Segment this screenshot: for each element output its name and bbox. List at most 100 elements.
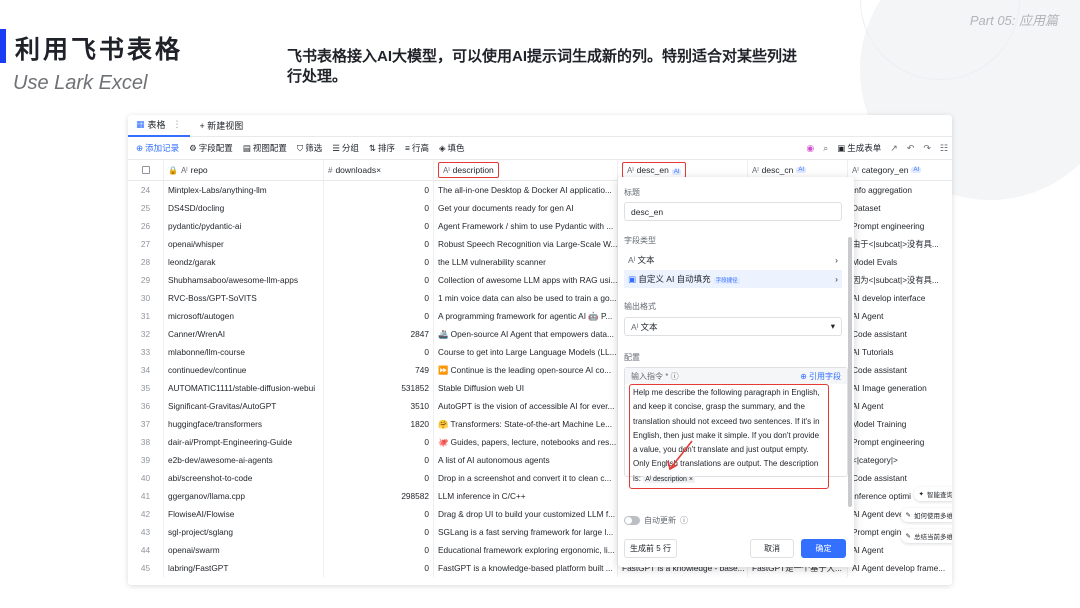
category-en-cell[interactable]: AI Agent xyxy=(848,541,952,559)
category-en-cell[interactable]: 由于<|subcat|>没有具... xyxy=(848,235,952,253)
more-icon[interactable]: ⋮ xyxy=(173,119,182,130)
downloads-cell[interactable]: 0 xyxy=(324,505,434,523)
switch[interactable] xyxy=(624,516,640,525)
category-en-cell[interactable]: AI develop interface xyxy=(848,289,952,307)
description-cell[interactable]: Robust Speech Recognition via Large-Scal… xyxy=(434,235,618,253)
repo-cell[interactable]: labring/FastGPT xyxy=(164,559,324,577)
more-settings-icon[interactable]: ☷ xyxy=(940,143,948,154)
repo-cell[interactable]: e2b-dev/awesome-ai-agents xyxy=(164,451,324,469)
repo-cell[interactable]: AUTOMATIC1111/stable-diffusion-webui xyxy=(164,379,324,397)
downloads-cell[interactable]: 0 xyxy=(324,217,434,235)
generate-first-rows-button[interactable]: 生成前 5 行 xyxy=(624,539,677,558)
repo-cell[interactable]: Canner/WrenAI xyxy=(164,325,324,343)
downloads-cell[interactable]: 0 xyxy=(324,451,434,469)
row-number[interactable]: 29 xyxy=(128,271,164,289)
fill-color-button[interactable]: ◈ 填色 xyxy=(439,142,465,154)
description-cell[interactable]: Drag & drop UI to build your customized … xyxy=(434,505,618,523)
row-number[interactable]: 33 xyxy=(128,343,164,361)
repo-cell[interactable]: DS4SD/docling xyxy=(164,199,324,217)
row-number[interactable]: 39 xyxy=(128,451,164,469)
category-en-cell[interactable]: AI Agent xyxy=(848,307,952,325)
downloads-cell[interactable]: 0 xyxy=(324,523,434,541)
tab-table[interactable]: ▦ 表格 ⋮ xyxy=(128,115,190,137)
category-en-cell[interactable]: Prompt engineering xyxy=(848,217,952,235)
row-number[interactable]: 32 xyxy=(128,325,164,343)
row-number[interactable]: 40 xyxy=(128,469,164,487)
description-cell[interactable]: the LLM vulnerability scanner xyxy=(434,253,618,271)
category-en-cell[interactable]: <|category|> xyxy=(848,451,952,469)
row-number[interactable]: 25 xyxy=(128,199,164,217)
description-cell[interactable]: A programming framework for agentic AI 🤖… xyxy=(434,307,618,325)
side-tip-3[interactable]: ✎ 总结当前多维 xyxy=(900,529,952,543)
category-en-cell[interactable]: Dataset xyxy=(848,199,952,217)
category-en-cell[interactable]: Code assistant xyxy=(848,361,952,379)
description-cell[interactable]: 1 min voice data can also be used to tra… xyxy=(434,289,618,307)
description-cell[interactable]: Get your documents ready for gen AI xyxy=(434,199,618,217)
description-cell[interactable]: 🚢 Open-source AI Agent that empowers dat… xyxy=(434,325,618,343)
downloads-cell[interactable]: 749 xyxy=(324,361,434,379)
row-number[interactable]: 30 xyxy=(128,289,164,307)
view-config-button[interactable]: ▤ 视图配置 xyxy=(243,142,287,154)
new-view-button[interactable]: + 新建视图 xyxy=(190,115,252,137)
description-cell[interactable]: Collection of awesome LLM apps with RAG … xyxy=(434,271,618,289)
description-cell[interactable]: FastGPT is a knowledge-based platform bu… xyxy=(434,559,618,577)
row-number[interactable]: 37 xyxy=(128,415,164,433)
repo-cell[interactable]: pydantic/pydantic-ai xyxy=(164,217,324,235)
row-number[interactable]: 44 xyxy=(128,541,164,559)
title-input[interactable]: desc_en xyxy=(624,202,842,221)
filter-button[interactable]: ⛉ 筛选 xyxy=(297,142,322,154)
downloads-cell[interactable]: 531852 xyxy=(324,379,434,397)
column-header-description[interactable]: Aᴵ description xyxy=(434,160,618,180)
downloads-cell[interactable]: 3510 xyxy=(324,397,434,415)
repo-cell[interactable]: sgl-project/sglang xyxy=(164,523,324,541)
description-cell[interactable]: Stable Diffusion web UI xyxy=(434,379,618,397)
downloads-cell[interactable]: 0 xyxy=(324,271,434,289)
cancel-button[interactable]: 取消 xyxy=(750,539,794,558)
row-number[interactable]: 41 xyxy=(128,487,164,505)
side-tip-1[interactable]: ✦ 智能查询 xyxy=(913,487,952,501)
repo-cell[interactable]: Significant-Gravitas/AutoGPT xyxy=(164,397,324,415)
description-cell[interactable]: AutoGPT is the vision of accessible AI f… xyxy=(434,397,618,415)
downloads-cell[interactable]: 0 xyxy=(324,253,434,271)
category-en-cell[interactable]: AI Agent develop frame... xyxy=(848,559,952,577)
side-tip-2[interactable]: ✎ 如何使用多维 xyxy=(900,508,952,522)
description-cell[interactable]: Educational framework exploring ergonomi… xyxy=(434,541,618,559)
downloads-cell[interactable]: 0 xyxy=(324,541,434,559)
repo-cell[interactable]: Shubhamsaboo/awesome-llm-apps xyxy=(164,271,324,289)
category-en-cell[interactable]: Code assistant xyxy=(848,325,952,343)
row-number[interactable]: 34 xyxy=(128,361,164,379)
category-en-cell[interactable]: AI Image generation xyxy=(848,379,952,397)
category-en-cell[interactable]: Info aggregation xyxy=(848,181,952,199)
output-format-select[interactable]: Aᴵ 文本 ▾ xyxy=(624,317,842,336)
description-cell[interactable]: ⏩ Continue is the leading open-source AI… xyxy=(434,361,618,379)
field-type-text-option[interactable]: Aᴵ 文本 › xyxy=(624,251,842,269)
row-number[interactable]: 27 xyxy=(128,235,164,253)
repo-cell[interactable]: abi/screenshot-to-code xyxy=(164,469,324,487)
row-height-button[interactable]: ≡ 行高 xyxy=(405,142,429,154)
repo-cell[interactable]: ggerganov/llama.cpp xyxy=(164,487,324,505)
reference-field-button[interactable]: ⊕ 引用字段 xyxy=(800,371,841,382)
downloads-cell[interactable]: 0 xyxy=(324,199,434,217)
downloads-cell[interactable]: 0 xyxy=(324,343,434,361)
search-icon[interactable]: ⌕ xyxy=(823,143,828,154)
auto-update-toggle[interactable]: 自动更新 ⓘ xyxy=(624,515,688,526)
downloads-cell[interactable]: 0 xyxy=(324,235,434,253)
scrollbar[interactable] xyxy=(848,237,852,507)
repo-cell[interactable]: huggingface/transformers xyxy=(164,415,324,433)
downloads-cell[interactable]: 0 xyxy=(324,433,434,451)
repo-cell[interactable]: dair-ai/Prompt-Engineering-Guide xyxy=(164,433,324,451)
category-en-cell[interactable]: Code assistant xyxy=(848,469,952,487)
category-en-cell[interactable]: AI Agent xyxy=(848,397,952,415)
description-cell[interactable]: The all-in-one Desktop & Docker AI appli… xyxy=(434,181,618,199)
row-number[interactable]: 31 xyxy=(128,307,164,325)
row-number[interactable]: 36 xyxy=(128,397,164,415)
description-cell[interactable]: A list of AI autonomous agents xyxy=(434,451,618,469)
undo-icon[interactable]: ↶ xyxy=(907,143,915,154)
description-cell[interactable]: LLM inference in C/C++ xyxy=(434,487,618,505)
downloads-cell[interactable]: 0 xyxy=(324,469,434,487)
description-cell[interactable]: 🐙 Guides, papers, lecture, notebooks and… xyxy=(434,433,618,451)
select-all-checkbox[interactable] xyxy=(128,160,164,180)
column-header-repo[interactable]: 🔒 Aᴵ repo xyxy=(164,160,324,180)
downloads-cell[interactable]: 2847 xyxy=(324,325,434,343)
downloads-cell[interactable]: 0 xyxy=(324,181,434,199)
